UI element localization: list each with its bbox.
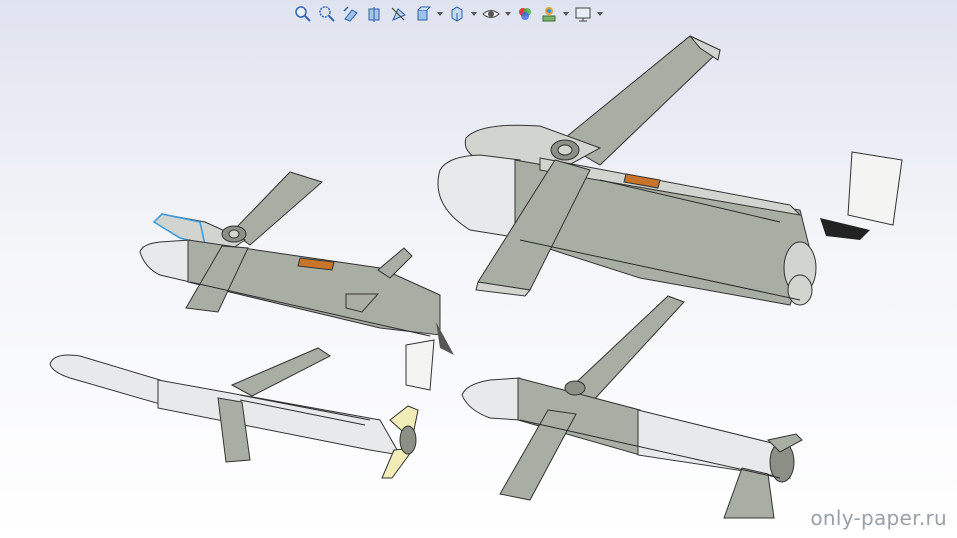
zoom-to-fit-button[interactable]	[292, 3, 314, 25]
chevron-down-icon	[563, 12, 569, 16]
chevron-down-icon	[437, 12, 443, 16]
view-orientation-dropdown[interactable]	[436, 3, 444, 25]
previous-view-icon	[343, 6, 358, 22]
chevron-down-icon	[597, 12, 603, 16]
heads-up-view-toolbar	[292, 2, 604, 26]
zoom-to-fit-icon	[295, 6, 311, 22]
dynamic-annotation-icon	[391, 7, 406, 21]
dynamic-annotation-button[interactable]	[388, 3, 410, 25]
missile-bottom-right	[461, 295, 803, 519]
previous-view-button[interactable]	[340, 3, 362, 25]
monitor-icon	[575, 7, 591, 22]
zoom-to-area-icon	[319, 6, 335, 22]
edit-appearance-icon	[519, 8, 531, 20]
missile-bottom-left	[49, 347, 419, 479]
edit-appearance-button[interactable]	[514, 3, 536, 25]
display-style-button[interactable]	[446, 3, 468, 25]
view-orientation-icon	[417, 6, 432, 21]
view-settings-dropdown[interactable]	[596, 3, 604, 25]
apply-scene-dropdown[interactable]	[562, 3, 570, 25]
eye-icon	[482, 10, 500, 18]
apply-scene-icon	[542, 7, 556, 22]
missile-large-top-right	[437, 35, 903, 306]
watermark-text: only-paper.ru	[810, 506, 947, 530]
display-style-dropdown[interactable]	[470, 3, 478, 25]
section-view-icon	[368, 7, 380, 22]
zoom-to-area-button[interactable]	[316, 3, 338, 25]
view-settings-button[interactable]	[572, 3, 594, 25]
chevron-down-icon	[505, 12, 511, 16]
apply-scene-button[interactable]	[538, 3, 560, 25]
hide-show-items-dropdown[interactable]	[504, 3, 512, 25]
model-viewport[interactable]	[0, 0, 957, 538]
view-orientation-button[interactable]	[412, 3, 434, 25]
section-view-button[interactable]	[364, 3, 386, 25]
hide-show-items-button[interactable]	[480, 3, 502, 25]
display-style-icon	[451, 6, 463, 22]
chevron-down-icon	[471, 12, 477, 16]
